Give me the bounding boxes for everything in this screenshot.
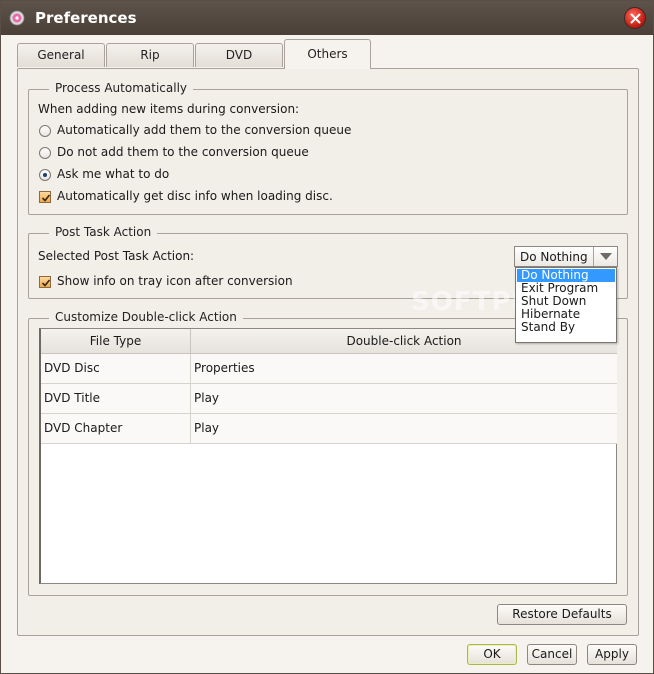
restore-defaults-button[interactable]: Restore Defaults: [497, 604, 627, 625]
tab-others[interactable]: Others: [284, 39, 371, 69]
action-cell[interactable]: Properties: [191, 354, 617, 383]
ok-button[interactable]: OK: [467, 644, 517, 665]
checkmark-icon: [41, 194, 51, 202]
post-task-select-value: Do Nothing: [520, 250, 588, 264]
action-cell[interactable]: Play: [191, 414, 617, 443]
radio-ask-me-label[interactable]: Ask me what to do: [57, 167, 169, 181]
radio-auto-add[interactable]: [39, 125, 51, 137]
table-row[interactable]: DVD Chapter Play: [41, 414, 617, 444]
title-bar[interactable]: Preferences: [1, 1, 653, 35]
double-click-table: File Type Double-click Action DVD Disc P…: [39, 328, 617, 584]
chevron-down-icon: [600, 253, 612, 260]
checkbox-tray-info[interactable]: [39, 276, 51, 288]
conversion-prompt-label: When adding new items during conversion:: [38, 102, 300, 116]
column-header-file-type[interactable]: File Type: [41, 329, 191, 354]
disc-app-icon: [9, 10, 25, 26]
checkbox-disc-info[interactable]: [39, 191, 51, 203]
post-task-select[interactable]: Do Nothing: [514, 246, 618, 267]
post-task-dropdown-list: Do Nothing Exit Program Shut Down Hibern…: [515, 267, 617, 343]
file-type-cell: DVD Disc: [41, 354, 191, 383]
table-row[interactable]: DVD Disc Properties: [41, 354, 617, 384]
watermark: SOFTPE: [411, 287, 531, 317]
radio-ask-me[interactable]: [39, 169, 51, 181]
apply-button[interactable]: Apply: [587, 644, 637, 665]
close-button[interactable]: [624, 7, 646, 29]
radio-auto-add-label[interactable]: Automatically add them to the conversion…: [57, 123, 351, 137]
cancel-button[interactable]: Cancel: [527, 644, 577, 665]
checkmark-icon: [41, 279, 51, 287]
group-legend: Process Automatically: [49, 81, 193, 95]
tab-general[interactable]: General: [17, 43, 105, 67]
table-row[interactable]: DVD Title Play: [41, 384, 617, 414]
group-legend: Post Task Action: [49, 225, 158, 239]
tab-dvd[interactable]: DVD: [195, 43, 283, 67]
dropdown-button[interactable]: [593, 247, 617, 266]
group-legend: Customize Double-click Action: [49, 310, 243, 324]
window-title: Preferences: [35, 9, 137, 27]
action-cell[interactable]: Play: [191, 384, 617, 413]
preferences-window: Preferences General Rip DVD Others Proce…: [0, 0, 654, 674]
file-type-cell: DVD Chapter: [41, 414, 191, 443]
file-type-cell: DVD Title: [41, 384, 191, 413]
checkbox-disc-info-label[interactable]: Automatically get disc info when loading…: [57, 189, 333, 203]
checkbox-tray-info-label[interactable]: Show info on tray icon after conversion: [57, 274, 293, 288]
radio-do-not-add[interactable]: [39, 147, 51, 159]
tab-rip[interactable]: Rip: [106, 43, 194, 67]
dropdown-option-stand-by[interactable]: Stand By: [517, 321, 615, 334]
close-icon: [630, 13, 641, 24]
radio-do-not-add-label[interactable]: Do not add them to the conversion queue: [57, 145, 309, 159]
post-task-label: Selected Post Task Action:: [38, 249, 195, 263]
